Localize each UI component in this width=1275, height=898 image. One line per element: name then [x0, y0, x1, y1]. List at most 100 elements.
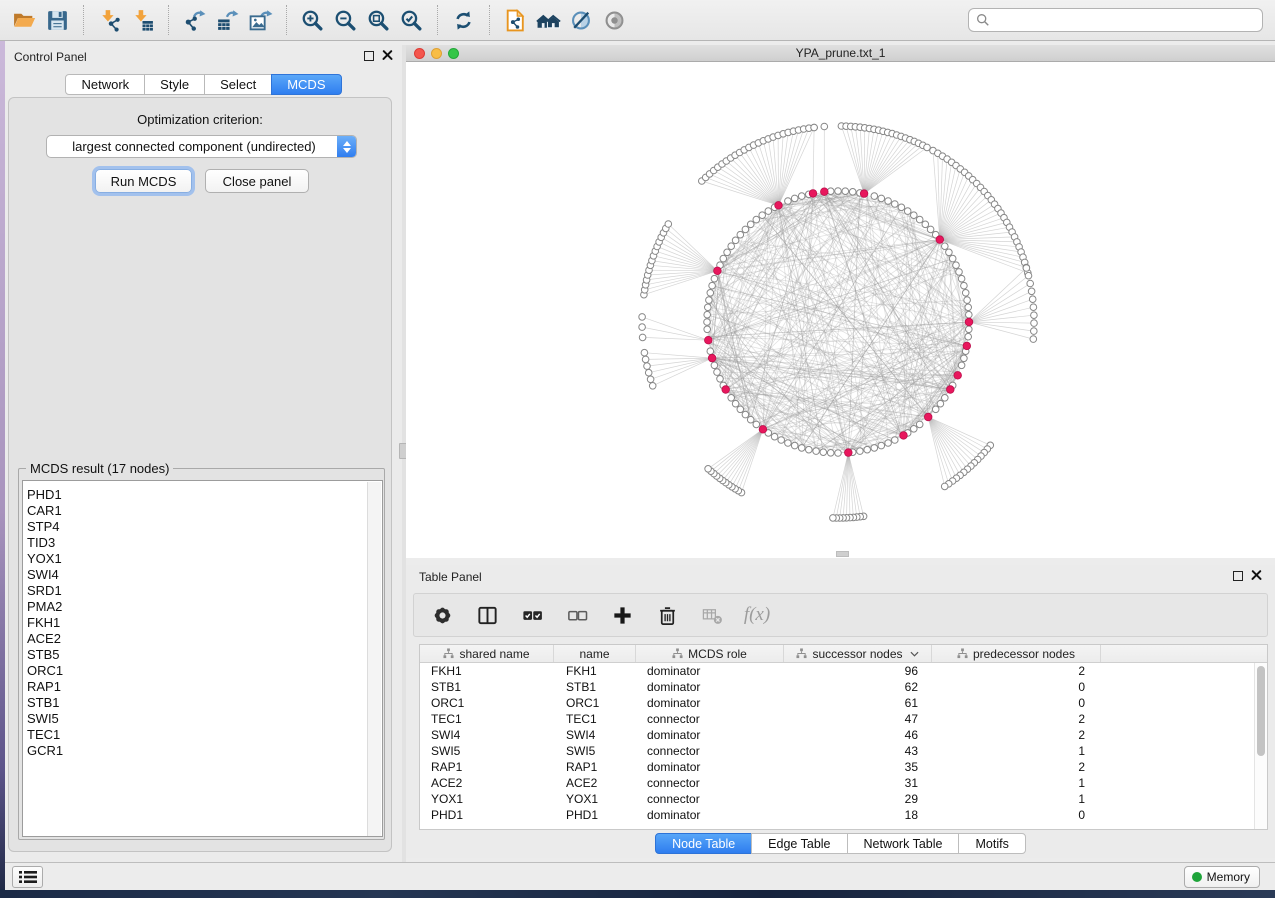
- network-node[interactable]: [956, 269, 963, 276]
- network-node[interactable]: [728, 243, 735, 250]
- column-header-successor-nodes[interactable]: successor nodes: [784, 645, 932, 662]
- table-row[interactable]: STB1STB1dominator620: [420, 679, 1267, 695]
- network-node[interactable]: [1023, 265, 1030, 272]
- mcds-result-item[interactable]: STB1: [27, 695, 382, 711]
- close-panel-icon[interactable]: [382, 50, 393, 61]
- network-node[interactable]: [942, 243, 949, 250]
- network-node[interactable]: [949, 255, 956, 262]
- network-node[interactable]: [709, 282, 716, 289]
- mcds-result-item[interactable]: SRD1: [27, 583, 382, 599]
- window-zoom-traffic-light[interactable]: [448, 48, 459, 59]
- table-row[interactable]: RAP1RAP1dominator352: [420, 759, 1267, 775]
- network-node[interactable]: [711, 362, 718, 369]
- network-node[interactable]: [961, 282, 968, 289]
- network-node[interactable]: [811, 124, 818, 131]
- select-all-columns-icon[interactable]: [518, 601, 546, 629]
- table-row[interactable]: YOX1YOX1connector291: [420, 791, 1267, 807]
- network-node[interactable]: [964, 297, 971, 304]
- network-node[interactable]: [1031, 312, 1038, 319]
- delete-column-trash-icon[interactable]: [653, 601, 681, 629]
- network-node[interactable]: [649, 383, 656, 390]
- network-node[interactable]: [728, 395, 735, 402]
- column-header-name[interactable]: name: [554, 645, 636, 662]
- create-column-plus-icon[interactable]: [608, 601, 636, 629]
- search-input[interactable]: [995, 13, 1255, 28]
- close-panel-button[interactable]: Close panel: [205, 169, 309, 193]
- mcds-result-list[interactable]: PHD1CAR1STP4TID3YOX1SWI4SRD1PMA2FKH1ACE2…: [22, 480, 383, 837]
- close-table-panel-icon[interactable]: [1251, 570, 1262, 581]
- table-row[interactable]: SWI5SWI5connector431: [420, 743, 1267, 759]
- network-node[interactable]: [1027, 280, 1034, 287]
- network-node[interactable]: [922, 221, 929, 228]
- tab-network[interactable]: Network: [65, 74, 145, 95]
- network-node[interactable]: [857, 448, 864, 455]
- network-node[interactable]: [737, 231, 744, 238]
- mcds-hub-node[interactable]: [775, 202, 783, 210]
- mcds-result-item[interactable]: CAR1: [27, 503, 382, 519]
- mcds-hub-node[interactable]: [714, 267, 722, 275]
- network-node[interactable]: [798, 445, 805, 452]
- network-node[interactable]: [753, 421, 760, 428]
- network-from-file-icon[interactable]: [499, 4, 532, 36]
- network-node[interactable]: [942, 395, 949, 402]
- open-session-icon[interactable]: [8, 4, 41, 36]
- network-node[interactable]: [864, 446, 871, 453]
- network-node[interactable]: [639, 324, 646, 331]
- network-node[interactable]: [842, 188, 849, 195]
- import-table-icon[interactable]: [126, 4, 159, 36]
- network-node[interactable]: [911, 426, 918, 433]
- tab-mcds[interactable]: MCDS: [271, 74, 341, 95]
- table-scrollbar[interactable]: [1254, 663, 1267, 829]
- tab-style[interactable]: Style: [144, 74, 205, 95]
- table-row[interactable]: PHD1PHD1dominator180: [420, 807, 1267, 823]
- mcds-result-item[interactable]: TID3: [27, 535, 382, 551]
- table-options-gear-icon[interactable]: [428, 601, 456, 629]
- network-node[interactable]: [878, 442, 885, 449]
- network-node[interactable]: [871, 193, 878, 200]
- network-node[interactable]: [835, 450, 842, 457]
- network-node[interactable]: [806, 446, 813, 453]
- export-table-icon[interactable]: [211, 4, 244, 36]
- mcds-result-item[interactable]: RAP1: [27, 679, 382, 695]
- network-node[interactable]: [961, 355, 968, 362]
- network-node[interactable]: [778, 437, 785, 444]
- zoom-out-icon[interactable]: [329, 4, 362, 36]
- network-node[interactable]: [791, 195, 798, 202]
- network-node[interactable]: [835, 188, 842, 195]
- network-node[interactable]: [821, 123, 828, 130]
- network-node[interactable]: [724, 249, 731, 256]
- network-node[interactable]: [892, 201, 899, 208]
- column-header-shared-name[interactable]: shared name: [420, 645, 554, 662]
- mcds-hub-node[interactable]: [708, 354, 716, 362]
- task-history-button[interactable]: [12, 866, 43, 888]
- export-image-icon[interactable]: [244, 4, 277, 36]
- mcds-hub-node[interactable]: [759, 426, 767, 434]
- hide-graphics-details-icon[interactable]: [565, 4, 598, 36]
- tab-motifs[interactable]: Motifs: [958, 833, 1025, 854]
- network-node[interactable]: [785, 440, 792, 447]
- network-node[interactable]: [965, 304, 972, 311]
- mcds-result-item[interactable]: PHD1: [27, 487, 382, 503]
- network-node[interactable]: [747, 416, 754, 423]
- mcds-hub-node[interactable]: [963, 342, 971, 350]
- mcds-hub-node[interactable]: [900, 432, 908, 440]
- criterion-select[interactable]: largest connected component (undirected): [46, 135, 357, 158]
- mcds-hub-node[interactable]: [809, 190, 817, 198]
- float-panel-icon[interactable]: [364, 51, 374, 61]
- network-node[interactable]: [765, 208, 772, 215]
- network-node[interactable]: [798, 193, 805, 200]
- tab-node-table[interactable]: Node Table: [655, 833, 752, 854]
- deselect-all-columns-icon[interactable]: [563, 601, 591, 629]
- network-node[interactable]: [707, 348, 714, 355]
- network-node[interactable]: [704, 326, 711, 333]
- network-node[interactable]: [1029, 296, 1036, 303]
- mcds-hub-node[interactable]: [821, 188, 829, 196]
- network-node[interactable]: [705, 304, 712, 311]
- network-node[interactable]: [946, 249, 953, 256]
- network-node[interactable]: [927, 226, 934, 233]
- network-node[interactable]: [885, 198, 892, 205]
- zoom-fit-icon[interactable]: [362, 4, 395, 36]
- window-close-traffic-light[interactable]: [414, 48, 425, 59]
- network-node[interactable]: [1025, 272, 1032, 279]
- network-node[interactable]: [830, 515, 837, 522]
